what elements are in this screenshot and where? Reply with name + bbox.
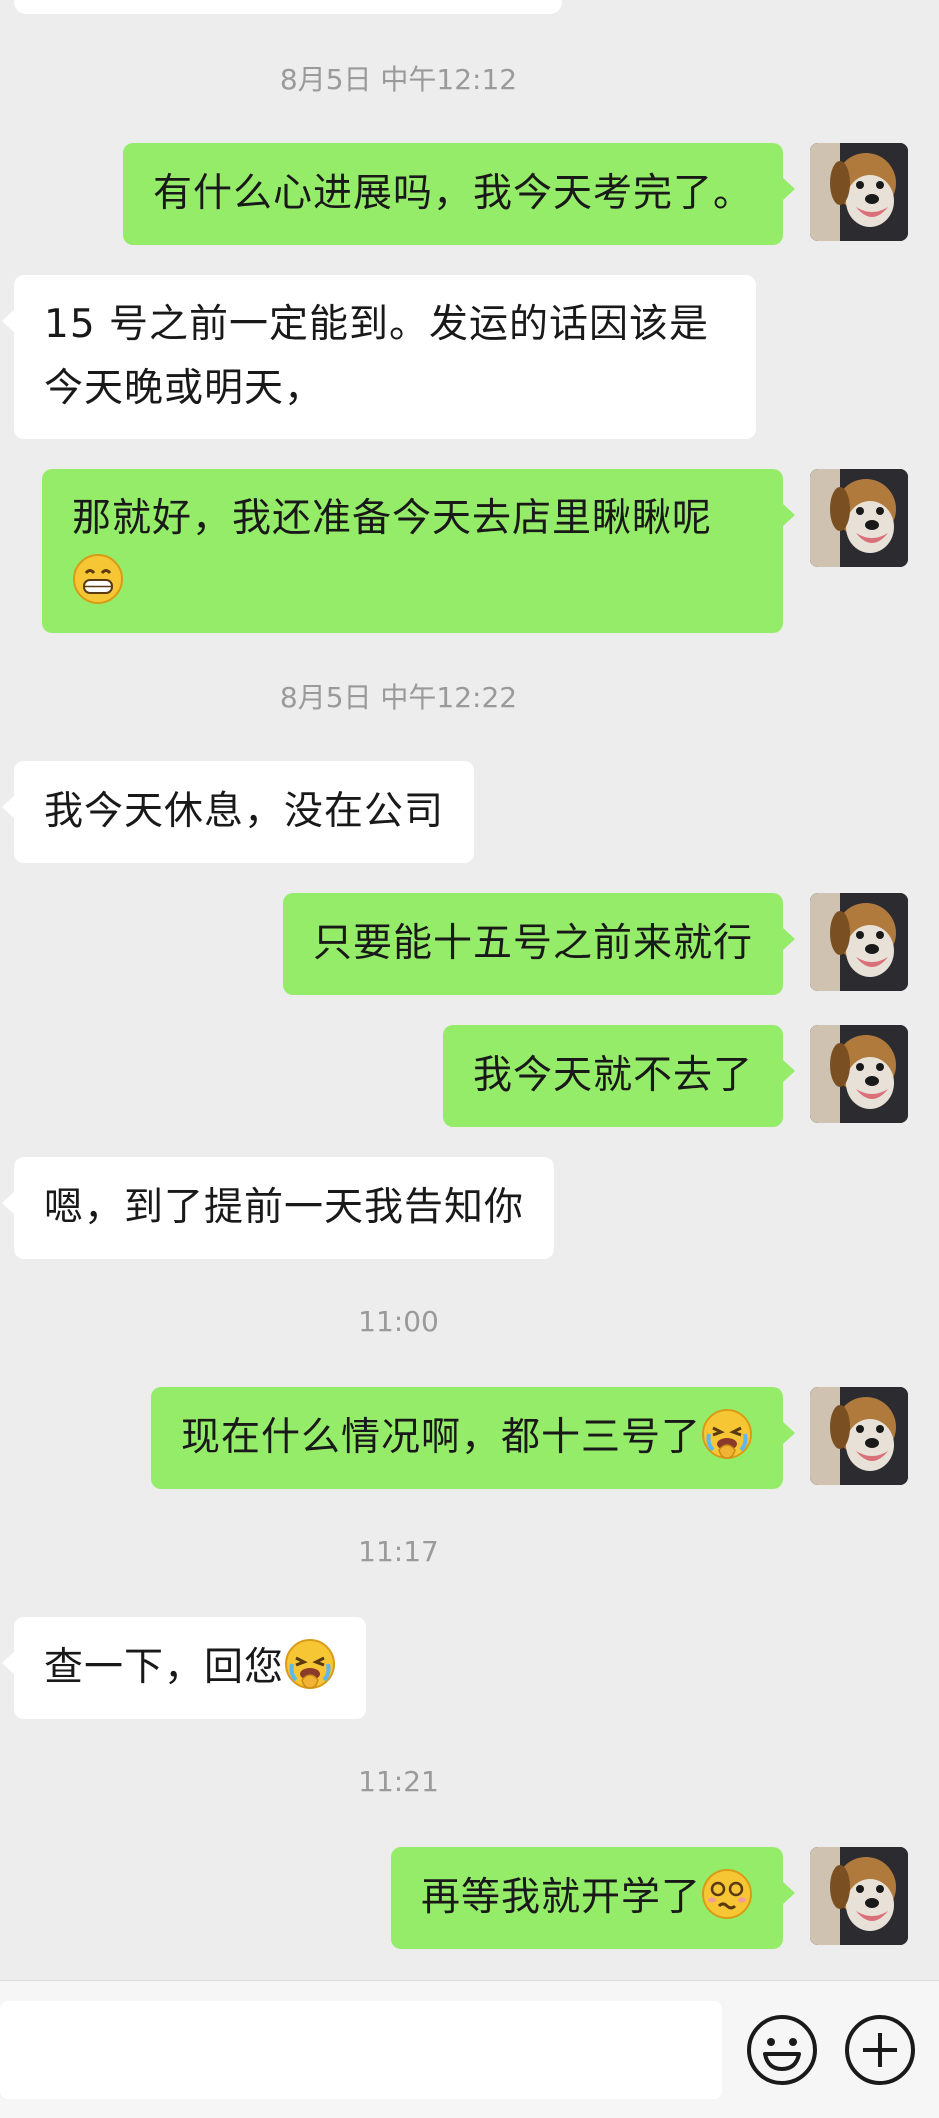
message-bubble-outgoing[interactable]: 那就好，我还准备今天去店里瞅瞅呢: [42, 469, 795, 633]
message-text: 有什么心进展吗，我今天考完了。: [152, 171, 753, 216]
avatar[interactable]: [810, 143, 908, 241]
dog-avatar-icon: [810, 893, 908, 991]
message-bubble-incoming[interactable]: 我今天休息，没在公司: [1, 761, 475, 863]
dog-avatar-icon: [810, 1025, 908, 1123]
dog-avatar-icon: [810, 143, 908, 241]
avatar[interactable]: [810, 1387, 908, 1485]
avatar[interactable]: [810, 1847, 908, 1945]
message-text: 查一下，回您: [44, 1645, 285, 1690]
dizzy-face-emoji: [702, 1869, 752, 1919]
face-with-hand-over-mouth-crying-emoji: [285, 1639, 336, 1689]
message-bubble-outgoing[interactable]: 有什么心进展吗，我今天考完了。: [122, 143, 796, 245]
message-text: 嗯，到了提前一天我告知你: [44, 1185, 525, 1230]
grinning-face-emoji: [73, 554, 123, 604]
message-text-line: 今天晚或明天，: [44, 366, 325, 411]
message-bubble-incoming[interactable]: 嗯，到了提前一天我告知你: [1, 1157, 555, 1259]
plus-icon[interactable]: [841, 2011, 919, 2089]
dog-avatar-icon: [810, 469, 908, 567]
dog-avatar-icon: [810, 1847, 908, 1945]
message-input[interactable]: [0, 2001, 722, 2099]
message-text: 再等我就开学了: [420, 1875, 701, 1920]
timestamp: 8月5日 中午12:12: [279, 63, 518, 96]
message-text: 我今天就不去了: [472, 1053, 753, 1098]
message-bubble-incoming[interactable]: 查一下，回您: [1, 1617, 367, 1719]
message-bubble-outgoing[interactable]: 现在什么情况啊，都十三号了: [150, 1387, 796, 1489]
timestamp: 11:00: [358, 1305, 439, 1338]
message-text: 只要能十五号之前来就行: [312, 921, 753, 966]
dog-avatar-icon: [810, 1387, 908, 1485]
message-bubble-outgoing[interactable]: 只要能十五号之前来就行: [282, 893, 796, 995]
timestamp: 11:21: [358, 1765, 439, 1798]
message-bubble-outgoing[interactable]: 我今天就不去了: [442, 1025, 796, 1127]
previous-message-bubble: [14, 0, 562, 14]
avatar[interactable]: [810, 469, 908, 567]
input-bar: [0, 1980, 939, 2118]
message-bubble-outgoing[interactable]: 再等我就开学了: [390, 1847, 796, 1949]
message-text: 现在什么情况啊，都十三号了: [180, 1415, 701, 1460]
message-text-line: 那就好，我还准备今天去店里瞅瞅呢: [72, 496, 713, 541]
avatar[interactable]: [810, 1025, 908, 1123]
timestamp: 8月5日 中午12:22: [279, 681, 518, 714]
timestamp: 11:17: [358, 1535, 439, 1568]
message-text-line: 15 号之前一定能到。发运的话因该是: [44, 302, 710, 347]
message-bubble-incoming[interactable]: 15 号之前一定能到。发运的话因该是 今天晚或明天，: [2, 275, 756, 439]
face-with-hand-over-mouth-crying-emoji: [702, 1409, 752, 1459]
message-text: 我今天休息，没在公司: [44, 789, 445, 834]
smiley-icon[interactable]: [743, 2011, 821, 2089]
avatar[interactable]: [810, 893, 908, 991]
